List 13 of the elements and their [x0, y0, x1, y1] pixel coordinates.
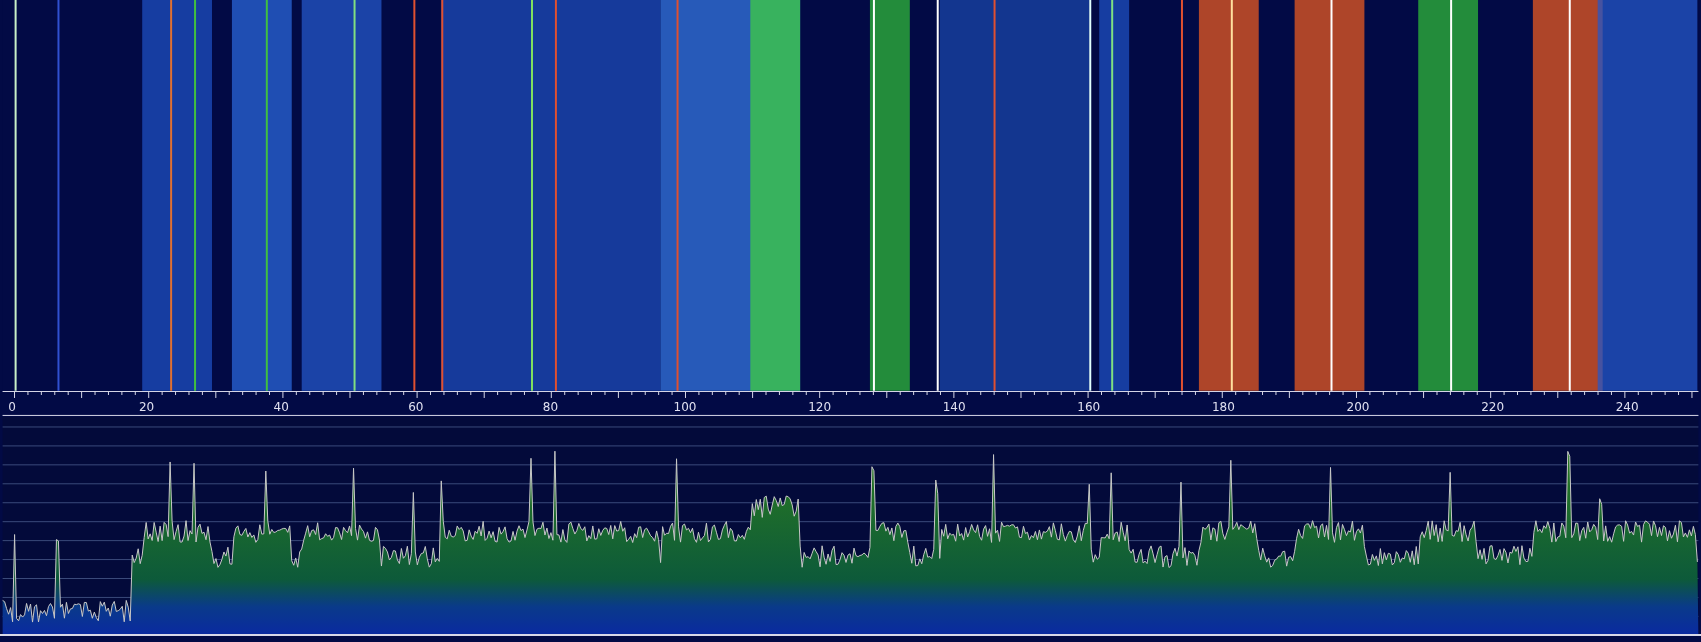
axis-label: 20: [138, 400, 155, 414]
axis-label: 120: [808, 400, 832, 414]
axis-label: 80: [542, 400, 559, 414]
axis-label: 180: [1211, 400, 1235, 414]
axis-label: 220: [1481, 400, 1505, 414]
axis-label: 140: [942, 400, 966, 414]
axis-label: 100: [673, 400, 697, 414]
axis-label: 0: [8, 400, 16, 414]
axis-label: 160: [1077, 400, 1101, 414]
axis-label: 60: [408, 400, 424, 414]
axis-label: 200: [1346, 400, 1370, 414]
axis-label: 40: [273, 400, 289, 414]
axis-label: 240: [1615, 400, 1639, 414]
